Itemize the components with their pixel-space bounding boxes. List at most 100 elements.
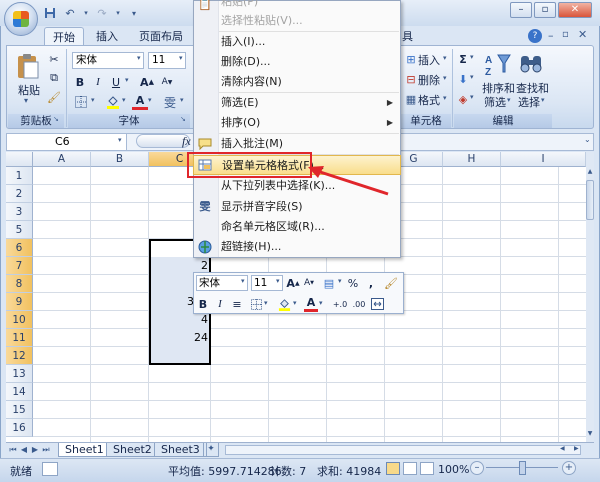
mini-number-format-icon[interactable]: ▤ [320, 275, 338, 291]
page-break-view-icon[interactable] [420, 462, 434, 475]
mini-decrease-decimal-icon[interactable]: .00 [350, 296, 368, 312]
sheet-tab-sheet2[interactable]: Sheet2 [106, 443, 159, 457]
expand-formula-bar-icon[interactable]: ⌄ [584, 135, 591, 144]
next-sheet-icon[interactable]: ▶ [30, 444, 40, 456]
clear-icon[interactable]: ◈ [456, 90, 470, 108]
mini-shrink-font-icon[interactable]: A ▼ [302, 275, 316, 291]
phonetic-icon[interactable]: 雯 [160, 93, 180, 111]
customize-qat-icon[interactable]: ▾ [126, 5, 142, 21]
row-header[interactable]: 10 [6, 311, 33, 329]
font-color-dropdown-icon[interactable]: ▾ [148, 96, 152, 104]
paste-dropdown-icon[interactable]: ▾ [24, 96, 28, 105]
tab-insert[interactable]: 插入 [88, 27, 126, 46]
row-header[interactable]: 7 [6, 257, 33, 275]
autosum-icon[interactable]: Σ [456, 50, 470, 68]
prev-sheet-icon[interactable]: ◀ [19, 444, 29, 456]
menu-item-hyperlink[interactable]: 超链接(H)... [193, 237, 401, 257]
underline-dropdown-icon[interactable]: ▾ [125, 76, 129, 84]
row-header[interactable]: 1 [6, 167, 33, 185]
copy-icon[interactable]: ⧉ [46, 69, 62, 87]
fill-dropdown-icon[interactable]: ▾ [470, 73, 474, 81]
minimize-button[interactable]: – [510, 2, 532, 18]
find-select-label-line2[interactable]: 选择 [518, 94, 540, 110]
format-cells-dropdown-icon[interactable]: ▾ [443, 94, 447, 102]
select-all-corner[interactable] [6, 152, 33, 167]
delete-cells-label[interactable]: 删除 [418, 72, 440, 88]
find-select-icon[interactable] [518, 52, 544, 78]
scroll-up-icon[interactable]: ▲ [586, 168, 594, 178]
ribbon-close-icon[interactable]: ✕ [578, 28, 587, 41]
paste-button-label[interactable]: 粘贴 [18, 82, 40, 98]
cut-icon[interactable]: ✂ [46, 50, 62, 68]
column-header-i[interactable]: I [501, 152, 586, 167]
format-painter-icon[interactable]: 🖌 [46, 88, 62, 106]
delete-cells-dropdown-icon[interactable]: ▾ [443, 74, 447, 82]
font-color-icon[interactable]: A [132, 93, 148, 110]
menu-item-delete[interactable]: 删除(D)... [193, 52, 401, 72]
fill-color-icon[interactable] [104, 93, 122, 111]
bold-icon[interactable]: B [72, 73, 88, 91]
zoom-in-icon[interactable]: + [562, 461, 576, 475]
clear-dropdown-icon[interactable]: ▾ [470, 93, 474, 101]
mini-percent-icon[interactable]: % [346, 275, 360, 291]
insert-function-icon[interactable]: fx [182, 134, 191, 149]
row-header[interactable]: 12 [6, 347, 33, 365]
column-header-b[interactable]: B [91, 152, 149, 167]
horizontal-scrollbar[interactable] [225, 445, 581, 455]
close-button[interactable]: ✕ [558, 2, 592, 18]
redo-icon[interactable]: ↷ [94, 5, 110, 21]
mini-borders-icon[interactable] [249, 296, 263, 312]
ribbon-restore-icon[interactable]: ▫ [562, 29, 569, 40]
borders-dropdown-icon[interactable]: ▾ [91, 96, 95, 104]
font-size-dropdown-icon[interactable]: ▾ [179, 54, 183, 62]
find-select-dropdown-icon[interactable]: ▾ [541, 96, 545, 104]
scroll-left-icon[interactable]: ◀ [560, 445, 565, 452]
underline-icon[interactable]: U [108, 73, 124, 91]
clipboard-launcher-icon[interactable]: ↘ [53, 115, 59, 123]
zoom-slider-thumb[interactable] [519, 461, 526, 475]
sort-filter-icon[interactable]: AZ [484, 52, 512, 78]
scroll-down-icon[interactable]: ▼ [586, 430, 594, 440]
menu-item-show-phonetic[interactable]: 显示拼音字段(S) [193, 197, 401, 217]
zoom-level[interactable]: 100% [438, 463, 469, 476]
zoom-out-icon[interactable]: – [470, 461, 484, 475]
fill-color-dropdown-icon[interactable]: ▾ [122, 96, 126, 104]
mini-grow-font-icon[interactable]: A ▲ [286, 275, 300, 291]
fill-icon[interactable]: ⬇ [456, 70, 470, 88]
menu-item-name-range[interactable]: 命名单元格区域(R)... [193, 217, 401, 237]
paste-icon[interactable] [14, 52, 42, 80]
row-header[interactable]: 15 [6, 401, 33, 419]
page-layout-view-icon[interactable] [403, 462, 417, 475]
format-cells-label[interactable]: 格式 [418, 92, 440, 108]
macro-record-icon[interactable] [42, 462, 58, 476]
mini-font-color-icon[interactable]: A [304, 296, 318, 312]
mini-align-center-icon[interactable]: ≡ [230, 296, 244, 312]
delete-cells-icon[interactable]: ⊟ [404, 70, 418, 88]
menu-item-filter[interactable]: 筛选(E) ▶ [193, 93, 401, 113]
row-header[interactable]: 13 [6, 365, 33, 383]
format-cells-icon[interactable]: ▦ [404, 90, 418, 108]
save-icon[interactable] [42, 5, 58, 21]
menu-item-clear-contents[interactable]: 清除内容(N) [193, 72, 401, 92]
row-header[interactable]: 14 [6, 383, 33, 401]
phonetic-dropdown-icon[interactable]: ▾ [180, 96, 184, 104]
mini-fill-color-icon[interactable] [276, 296, 292, 312]
help-icon[interactable]: ? [528, 29, 542, 43]
ribbon-minimize-icon[interactable]: – [548, 29, 554, 42]
insert-cells-icon[interactable]: ⊞ [404, 50, 418, 68]
menu-item-insert[interactable]: 插入(I)... [193, 32, 401, 52]
tab-home[interactable]: 开始 [44, 27, 84, 47]
borders-icon[interactable] [72, 93, 90, 111]
insert-cells-label[interactable]: 插入 [418, 52, 440, 68]
mini-font-name-dropdown-icon[interactable]: ▾ [241, 277, 245, 285]
scroll-right-icon[interactable]: ▶ [574, 445, 579, 452]
name-box[interactable]: C6 [7, 134, 127, 150]
mini-comma-icon[interactable]: , [364, 275, 378, 291]
name-box-dropdown-icon[interactable]: ▾ [118, 136, 122, 144]
mini-number-format-dropdown-icon[interactable]: ▾ [338, 277, 342, 285]
row-header[interactable]: 6 [6, 239, 33, 257]
row-header[interactable]: 8 [6, 275, 33, 293]
font-name-dropdown-icon[interactable]: ▾ [137, 54, 141, 62]
row-header[interactable]: 5 [6, 221, 33, 239]
normal-view-icon[interactable] [386, 462, 400, 475]
